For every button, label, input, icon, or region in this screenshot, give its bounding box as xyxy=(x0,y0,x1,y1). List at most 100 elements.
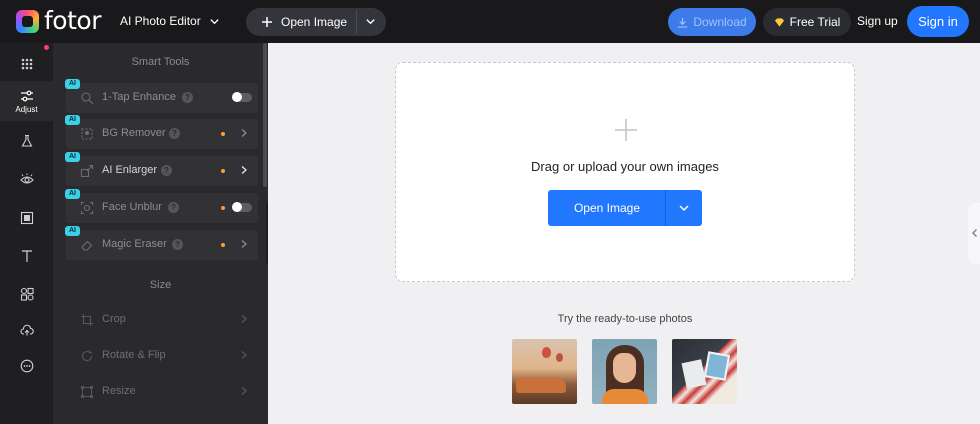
tool-label: Resize xyxy=(102,385,136,397)
left-icon-rail: Adjust xyxy=(0,43,53,424)
tool-label: Rotate & Flip xyxy=(102,349,166,361)
chevron-right-icon xyxy=(241,351,247,359)
rail-item-templates[interactable] xyxy=(0,45,53,83)
face-icon xyxy=(80,201,94,215)
rotate-icon xyxy=(81,350,93,362)
sign-up-link[interactable]: Sign up xyxy=(857,14,898,28)
rail-item-more[interactable] xyxy=(0,347,53,385)
expand-right-panel-button[interactable] xyxy=(968,203,980,264)
face-unblur-toggle[interactable] xyxy=(232,202,252,212)
chevron-right-icon xyxy=(241,315,247,323)
size-title: Size xyxy=(149,279,172,291)
chevron-down-icon[interactable] xyxy=(678,202,690,214)
upload-dropzone[interactable]: Drag or upload your own images Open Imag… xyxy=(395,62,855,282)
open-image-top-button[interactable]: Open Image xyxy=(246,8,386,36)
balloon-shape xyxy=(556,353,563,362)
top-bar: fotor AI Photo Editor Open Image Downloa… xyxy=(0,0,980,43)
tool-label: AI Enlarger xyxy=(102,164,158,176)
enlarge-icon xyxy=(80,164,94,178)
flask-icon xyxy=(21,134,32,147)
tool-face-unblur[interactable]: AI Face Unblur ? xyxy=(65,189,258,223)
help-icon[interactable]: ? xyxy=(168,202,179,213)
tool-rotate-flip[interactable]: Rotate & Flip xyxy=(66,341,258,371)
resize-icon xyxy=(81,386,93,398)
smart-tools-title: Smart Tools xyxy=(131,56,190,68)
more-icon xyxy=(20,359,33,373)
rail-item-beauty[interactable] xyxy=(0,122,53,160)
chevron-down-icon xyxy=(210,18,219,24)
help-icon[interactable]: ? xyxy=(169,128,180,139)
ai-badge: AI xyxy=(65,226,80,236)
ai-badge: AI xyxy=(65,189,80,199)
fotor-logo[interactable]: fotor xyxy=(16,8,101,34)
mode-select-label: AI Photo Editor xyxy=(120,14,201,28)
download-label: Download xyxy=(693,15,747,29)
bg-remove-icon xyxy=(81,128,93,140)
enhance-toggle[interactable] xyxy=(232,92,252,102)
ai-badge: AI xyxy=(65,152,80,162)
chevron-right-icon xyxy=(241,129,247,137)
chevron-left-icon xyxy=(972,229,977,237)
fotor-logo-icon xyxy=(16,9,39,33)
open-image-top-label: Open Image xyxy=(281,15,348,29)
crop-icon xyxy=(81,314,93,326)
tool-1-tap-enhance[interactable]: AI 1-Tap Enhance ? xyxy=(65,79,258,113)
chevron-right-icon xyxy=(241,240,247,248)
plus-icon xyxy=(615,119,637,141)
sample-photo-portrait[interactable] xyxy=(592,339,657,404)
ai-badge: AI xyxy=(65,115,80,125)
rail-item-text[interactable] xyxy=(0,237,53,275)
car-shape xyxy=(516,377,566,393)
tool-ai-enlarger[interactable]: AI AI Enlarger ? xyxy=(65,152,258,186)
status-dot xyxy=(221,132,225,136)
tool-magic-eraser[interactable]: AI Magic Eraser ? xyxy=(65,226,258,260)
rail-item-upload[interactable] xyxy=(0,311,53,349)
sample-photos-caption: Try the ready-to-use photos xyxy=(557,313,693,325)
free-trial-button[interactable]: Free Trial xyxy=(763,8,851,36)
rail-item-eye[interactable] xyxy=(0,161,53,199)
shapes-icon xyxy=(20,287,34,301)
download-icon xyxy=(678,17,688,28)
tool-label: 1-Tap Enhance xyxy=(102,91,176,103)
rail-item-frames[interactable] xyxy=(0,199,53,237)
frame-icon xyxy=(20,211,33,225)
rail-item-label: Adjust xyxy=(15,104,38,114)
text-icon xyxy=(21,250,32,262)
status-dot xyxy=(221,206,225,210)
cloud-upload-icon xyxy=(19,324,34,336)
rail-item-adjust[interactable]: Adjust xyxy=(0,81,53,121)
magic-wand-icon xyxy=(81,92,94,105)
tool-label: Magic Eraser xyxy=(102,238,167,250)
sample-photo-flatlay[interactable] xyxy=(672,339,737,404)
chevron-right-icon xyxy=(241,166,247,174)
notification-dot xyxy=(44,45,49,50)
eye-icon xyxy=(19,173,34,184)
diamond-icon xyxy=(774,17,784,27)
help-icon[interactable]: ? xyxy=(172,239,183,250)
divider xyxy=(665,190,666,226)
tool-resize[interactable]: Resize xyxy=(66,377,258,407)
help-icon[interactable]: ? xyxy=(182,92,193,103)
logo-text: fotor xyxy=(44,6,101,35)
chevron-down-icon[interactable] xyxy=(365,16,376,27)
sliders-icon xyxy=(20,90,33,101)
grid-icon xyxy=(21,58,32,70)
face-shape xyxy=(613,353,636,383)
eraser-icon xyxy=(81,240,93,251)
tool-bg-remover[interactable]: AI BG Remover ? xyxy=(65,115,258,149)
help-icon[interactable]: ? xyxy=(161,165,172,176)
mode-select[interactable]: AI Photo Editor xyxy=(120,14,220,28)
plus-icon xyxy=(262,17,272,27)
tool-label: Face Unblur xyxy=(102,201,162,213)
tool-label: BG Remover xyxy=(102,127,166,139)
dropzone-text: Drag or upload your own images xyxy=(531,159,719,174)
sample-photo-balloons[interactable] xyxy=(512,339,577,404)
download-button[interactable]: Download xyxy=(668,8,756,36)
sign-in-button[interactable]: Sign in xyxy=(907,6,969,37)
tool-crop[interactable]: Crop xyxy=(66,305,258,335)
tool-label: Crop xyxy=(102,313,126,325)
chevron-right-icon xyxy=(241,387,247,395)
open-image-button[interactable]: Open Image xyxy=(548,190,702,226)
divider xyxy=(356,10,357,34)
rail-item-elements[interactable] xyxy=(0,275,53,313)
